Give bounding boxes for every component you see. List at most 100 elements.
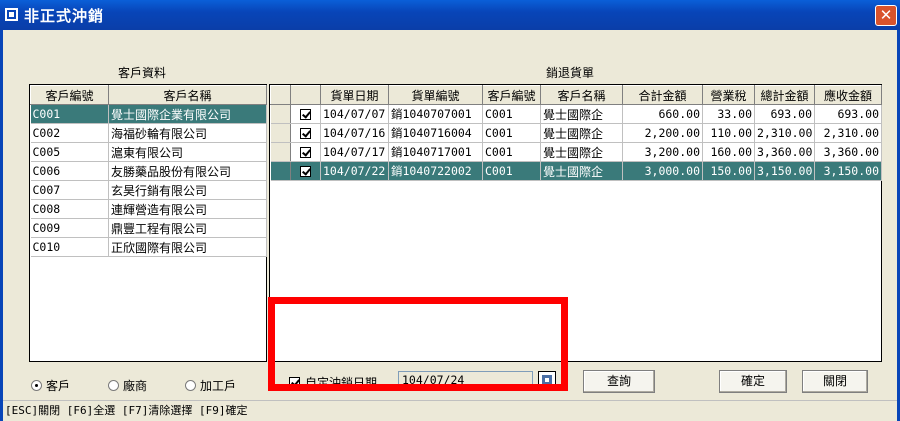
checkbox-icon[interactable] [289,377,300,388]
customer-code-cell: C006 [30,161,109,181]
return-cell: C001 [482,104,541,124]
return-cell: 覺士國際企 [540,123,623,143]
row-checkbox[interactable] [300,147,311,158]
customer-name-cell: 海福砂輪有限公司 [108,123,267,143]
returns-column-header[interactable] [290,85,321,105]
return-cell: 覺士國際企 [540,142,623,162]
customer-row[interactable]: C006 友勝藥品股份有限公司 [30,161,267,181]
customer-name-cell: 滬東有限公司 [108,142,267,162]
radio-label: 廠商 [123,379,148,393]
returns-column-header[interactable]: 貨單編號 [388,85,483,105]
returns-column-header[interactable]: 營業稅 [702,85,755,105]
title-bar: 非正式沖銷 ✕ [0,0,900,30]
confirm-button[interactable]: 確定 [719,370,787,393]
calendar-icon[interactable] [538,371,556,389]
return-cell: 3,150.00 [754,161,815,181]
radio-label: 加工戶 [200,379,237,393]
return-cell: 覺士國際企 [540,161,623,181]
customer-column-header[interactable]: 客戶編號 [30,85,109,105]
row-indicator[interactable] [270,161,291,181]
returns-column-header[interactable]: 貨單日期 [320,85,389,105]
radio-icon[interactable] [185,380,197,391]
row-checkbox[interactable] [300,128,311,139]
return-cell: 3,200.00 [622,142,703,162]
customer-row[interactable]: C002 海福砂輪有限公司 [30,123,267,143]
customer-grid[interactable]: 客戶編號 客戶名稱 C001 覺士國際企業有限公司 C002 海福砂輪有限公司 C005 滬… [29,84,267,362]
customer-row[interactable]: C009 鼎豐工程有限公司 [30,218,267,238]
return-cell: 2,200.00 [622,123,703,143]
return-row[interactable]: 104/07/17 銷1040717001 C001 覺士國際企 3,200.00 160… [270,142,882,162]
close-window-button[interactable]: ✕ [875,5,897,26]
row-indicator[interactable] [270,104,291,124]
customer-section-label: 客戶資料 [118,66,167,80]
returns-column-header[interactable]: 合計金額 [622,85,703,105]
return-cell: 3,150.00 [814,161,882,181]
status-bar: [ESC]關閉 [F6]全選 [F7]清除選擇 [F9]確定 [3,400,897,421]
return-cell: 150.00 [702,161,755,181]
return-cell: 覺士國際企 [540,104,623,124]
select-cell[interactable] [290,161,321,181]
return-cell: 銷1040722002 [388,161,483,181]
returns-section-label: 銷退貨單 [546,66,595,80]
customer-row[interactable]: C005 滬東有限公司 [30,142,267,162]
select-cell[interactable] [290,123,321,143]
customer-code-cell: C009 [30,218,109,238]
returns-grid[interactable]: 貨單日期 貨單編號 客戶編號 客戶名稱 合計金額 營業稅 總計金額 應收金額 104/07/0… [269,84,882,362]
return-cell: 104/07/16 [320,123,389,143]
return-cell: C001 [482,142,541,162]
customer-column-header[interactable]: 客戶名稱 [108,85,267,105]
select-cell[interactable] [290,104,321,124]
window-icon [5,8,18,21]
return-row[interactable]: 104/07/07 銷1040707001 C001 覺士國際企 660.00 33.00… [270,104,882,124]
return-cell: C001 [482,161,541,181]
party-type-radio-group: 客戶 廠商 加工戶 [31,377,274,394]
return-row[interactable]: 104/07/22 銷1040722002 C001 覺士國際企 3,000.00 150… [270,161,882,181]
radio-label: 客戶 [46,379,71,393]
return-cell: 3,360.00 [754,142,815,162]
returns-column-header[interactable]: 客戶名稱 [540,85,623,105]
return-cell: 3,360.00 [814,142,882,162]
radio-icon[interactable] [31,380,42,391]
customer-name-cell: 玄昊行銷有限公司 [108,180,267,200]
custom-date-label: 自定沖銷日期 [305,376,378,390]
customer-row[interactable]: C010 正欣國際有限公司 [30,237,267,257]
row-indicator-header [270,85,291,105]
customer-row[interactable]: C001 覺士國際企業有限公司 [30,104,267,124]
row-indicator[interactable] [270,123,291,143]
returns-column-header[interactable]: 總計金額 [754,85,815,105]
party-type-radio[interactable]: 加工戶 [185,377,236,394]
return-cell: 銷1040717001 [388,142,483,162]
customer-row[interactable]: C008 連輝營造有限公司 [30,199,267,219]
return-cell: 104/07/22 [320,161,389,181]
return-cell: 33.00 [702,104,755,124]
return-cell: 660.00 [622,104,703,124]
return-cell: 104/07/17 [320,142,389,162]
return-row[interactable]: 104/07/16 銷1040716004 C001 覺士國際企 2,200.00 110… [270,123,882,143]
returns-column-header[interactable]: 客戶編號 [482,85,541,105]
customer-name-cell: 正欣國際有限公司 [108,237,267,257]
row-checkbox[interactable] [300,166,311,177]
returns-column-header[interactable]: 應收金額 [814,85,882,105]
customer-code-cell: C002 [30,123,109,143]
row-indicator[interactable] [270,142,291,162]
row-checkbox[interactable] [300,109,311,120]
select-cell[interactable] [290,142,321,162]
customer-code-cell: C010 [30,237,109,257]
return-cell: 110.00 [702,123,755,143]
return-cell: 104/07/07 [320,104,389,124]
party-type-radio[interactable]: 客戶 [31,377,70,394]
party-type-radio[interactable]: 廠商 [108,377,147,394]
close-button[interactable]: 關閉 [802,370,868,393]
offset-date-input[interactable]: 104/07/24 [398,371,533,390]
customer-name-cell: 鼎豐工程有限公司 [108,218,267,238]
customer-name-cell: 連輝營造有限公司 [108,199,267,219]
custom-date-checkbox[interactable]: 自定沖銷日期 [289,374,377,391]
customer-code-cell: C007 [30,180,109,200]
customer-code-cell: C008 [30,199,109,219]
customer-name-cell: 覺士國際企業有限公司 [108,104,267,124]
radio-icon[interactable] [108,380,120,391]
customer-code-cell: C005 [30,142,109,162]
return-cell: 160.00 [702,142,755,162]
query-button[interactable]: 查詢 [583,370,655,393]
customer-row[interactable]: C007 玄昊行銷有限公司 [30,180,267,200]
